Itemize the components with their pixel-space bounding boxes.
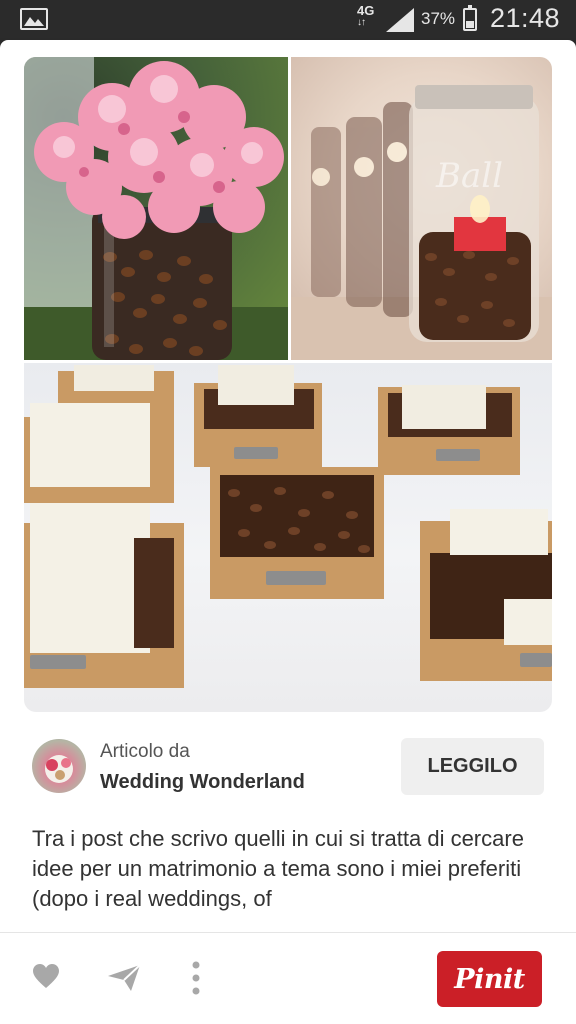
- pin-it-button[interactable]: Pinit: [437, 951, 542, 1007]
- pin-description: Tra i post che scrivo quelli in cui si t…: [32, 826, 524, 911]
- battery-fill: [466, 20, 474, 28]
- source-name[interactable]: Wedding Wonderland: [100, 771, 305, 794]
- battery-percent: 37%: [421, 9, 456, 28]
- status-bar: 4G ↓↑ 37% 21:48: [0, 0, 576, 38]
- source-label: Articolo da: [100, 741, 190, 762]
- source-avatar[interactable]: [32, 739, 86, 793]
- heart-icon[interactable]: [32, 963, 60, 989]
- network-type: 4G: [357, 3, 375, 18]
- clock: 21:48: [490, 3, 561, 33]
- data-arrows-icon: ↓↑: [357, 17, 366, 28]
- pin-card: Ball Articolo da Wedding Wonderland LEGG…: [0, 40, 576, 1024]
- send-icon[interactable]: [107, 964, 141, 992]
- pin-image[interactable]: Ball: [24, 57, 552, 712]
- gallery-notification-icon: [20, 8, 48, 30]
- photo-flowers-jar: [24, 57, 288, 360]
- more-icon[interactable]: [191, 961, 201, 995]
- read-article-button[interactable]: LEGGILO: [401, 738, 544, 795]
- photo-coffee-escort-boxes: [24, 363, 552, 712]
- action-bar: Pinit: [0, 932, 576, 1024]
- network-indicator: 4G ↓↑: [357, 4, 374, 29]
- signal-icon: [386, 8, 414, 32]
- battery-icon: [463, 5, 477, 31]
- photo-candle-jars: Ball: [291, 57, 552, 360]
- svg-text:Ball: Ball: [435, 156, 503, 196]
